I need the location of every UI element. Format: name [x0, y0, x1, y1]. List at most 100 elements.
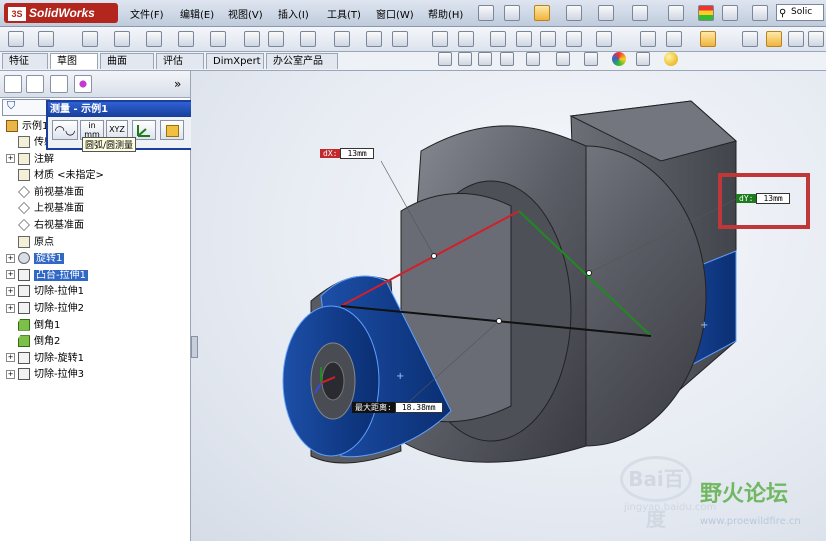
convert-entities-icon[interactable] [490, 31, 506, 47]
tree-item[interactable]: 前视基准面 [6, 185, 84, 201]
tree-item[interactable]: 材质 <未指定> [6, 168, 104, 184]
tree-item[interactable]: 倒角1 [6, 318, 60, 334]
units-icon[interactable] [788, 31, 804, 47]
offset-icon[interactable] [516, 31, 532, 47]
tree-item-label: 右视基准面 [34, 220, 84, 231]
toolbar-overflow-icon[interactable] [808, 31, 824, 47]
undo-icon[interactable] [632, 5, 648, 21]
display-style-icon[interactable] [556, 52, 570, 66]
sketch-icon[interactable] [8, 31, 24, 47]
circle-icon[interactable] [178, 31, 194, 47]
spline-icon[interactable] [268, 31, 284, 47]
apply-scene-icon[interactable] [636, 52, 650, 66]
panel-splitter-handle[interactable] [191, 336, 198, 358]
dimxpert-manager-tab-icon[interactable] [74, 75, 92, 93]
origin-icon [18, 235, 30, 248]
tree-item[interactable]: + 切除-拉伸3 [6, 367, 84, 383]
menu-tools[interactable]: 工具(T) [327, 6, 361, 21]
arc-circle-measure-button[interactable]: ◠◡ [52, 120, 78, 140]
rebuild-traffic-light-icon[interactable] [698, 5, 714, 21]
zoom-area-icon[interactable] [458, 52, 472, 66]
tree-item[interactable]: + 注解 [6, 152, 54, 168]
polygon-icon[interactable] [244, 31, 260, 47]
rectangle-icon[interactable] [114, 31, 130, 47]
menu-file[interactable]: 文件(F) [130, 6, 164, 21]
expand-icon[interactable]: + [6, 253, 15, 263]
app-logo[interactable]: 3S SolidWorks [4, 3, 118, 23]
open-folder-icon[interactable] [534, 5, 550, 21]
menu-insert[interactable]: 插入(I) [278, 6, 309, 21]
tree-item[interactable]: + 切除-旋转1 [6, 351, 84, 367]
expand-icon[interactable]: + [6, 303, 15, 313]
section-view-icon[interactable] [500, 52, 514, 66]
trim-icon[interactable] [458, 31, 474, 47]
zoom-to-fit-icon[interactable] [438, 52, 452, 66]
tree-item[interactable]: 上视基准面 [6, 201, 84, 217]
print-icon[interactable] [598, 5, 614, 21]
expand-icon[interactable]: + [6, 353, 15, 363]
quick-snaps-icon[interactable] [700, 31, 716, 47]
move-entities-icon[interactable] [596, 31, 612, 47]
tab-features[interactable]: 特征 [2, 53, 48, 69]
expand-icon[interactable]: + [6, 369, 15, 379]
previous-view-icon[interactable] [478, 52, 492, 66]
select-arrow-icon[interactable] [668, 5, 684, 21]
ellipse-icon[interactable] [300, 31, 316, 47]
menu-view[interactable]: 视图(V) [228, 6, 263, 21]
tree-item[interactable]: + 旋转1 [6, 251, 65, 267]
part-icon [6, 120, 18, 132]
hide-show-items-icon[interactable] [584, 52, 598, 66]
expand-icon[interactable]: + [6, 154, 15, 164]
repair-sketch-icon[interactable] [666, 31, 682, 47]
tab-evaluate[interactable]: 评估 [156, 53, 204, 69]
fillet-icon[interactable] [334, 31, 350, 47]
tree-item[interactable]: 倒角2 [6, 334, 60, 350]
arc-icon[interactable] [210, 31, 226, 47]
tree-item-label: 上视基准面 [34, 203, 84, 215]
expand-icon[interactable]: + [6, 286, 15, 296]
relations-icon[interactable] [640, 31, 656, 47]
spell-check-icon[interactable] [742, 31, 758, 47]
plane-sketch-icon[interactable] [366, 31, 382, 47]
tab-surfaces[interactable]: 曲面 [100, 53, 154, 69]
tree-item[interactable]: + 凸台-拉伸1 [6, 268, 88, 284]
property-manager-tab-icon[interactable] [26, 75, 44, 93]
tree-item[interactable]: 右视基准面 [6, 218, 84, 234]
plane-icon [18, 202, 30, 215]
search-input[interactable]: ⚲ Solic [776, 4, 824, 21]
tree-item[interactable]: + 切除-拉伸1 [6, 284, 84, 300]
create-sensor-button[interactable] [160, 120, 184, 140]
tab-sketch[interactable]: 草图 [50, 53, 98, 69]
tab-dimxpert[interactable]: DimXpert [206, 53, 264, 69]
menu-help[interactable]: 帮助(H) [428, 6, 463, 21]
tab-office-products[interactable]: 办公室产品 [266, 53, 338, 69]
save-icon[interactable] [566, 5, 582, 21]
view-settings-icon[interactable] [664, 52, 678, 66]
tree-root[interactable]: 示例1 [6, 119, 48, 135]
filter-field[interactable]: ⛉ [2, 99, 50, 116]
pin-icon[interactable] [478, 5, 494, 21]
menu-edit[interactable]: 编辑(E) [180, 6, 214, 21]
search-icon: ⚲ [779, 8, 787, 19]
tree-item[interactable]: 原点 [6, 235, 54, 251]
feature-manager-tab-icon[interactable] [4, 75, 22, 93]
edit-appearance-icon[interactable] [612, 52, 626, 66]
tree-item-label: 前视基准面 [34, 186, 84, 198]
more-options-icon[interactable] [752, 5, 768, 21]
active-units-icon[interactable] [766, 31, 782, 47]
mirror-icon[interactable] [540, 31, 556, 47]
smart-dimension-icon[interactable] [38, 31, 54, 47]
line-icon[interactable] [82, 31, 98, 47]
view-orientation-icon[interactable] [526, 52, 540, 66]
point-icon[interactable] [432, 31, 448, 47]
configuration-manager-tab-icon[interactable] [50, 75, 68, 93]
panel-more-button[interactable]: » [174, 77, 181, 91]
options-icon[interactable] [722, 5, 738, 21]
expand-icon[interactable]: + [6, 270, 15, 280]
slot-icon[interactable] [146, 31, 162, 47]
linear-pattern-icon[interactable] [566, 31, 582, 47]
menu-window[interactable]: 窗口(W) [376, 6, 414, 21]
text-icon[interactable] [392, 31, 408, 47]
new-document-icon[interactable] [504, 5, 520, 21]
tree-item[interactable]: + 切除-拉伸2 [6, 301, 84, 317]
